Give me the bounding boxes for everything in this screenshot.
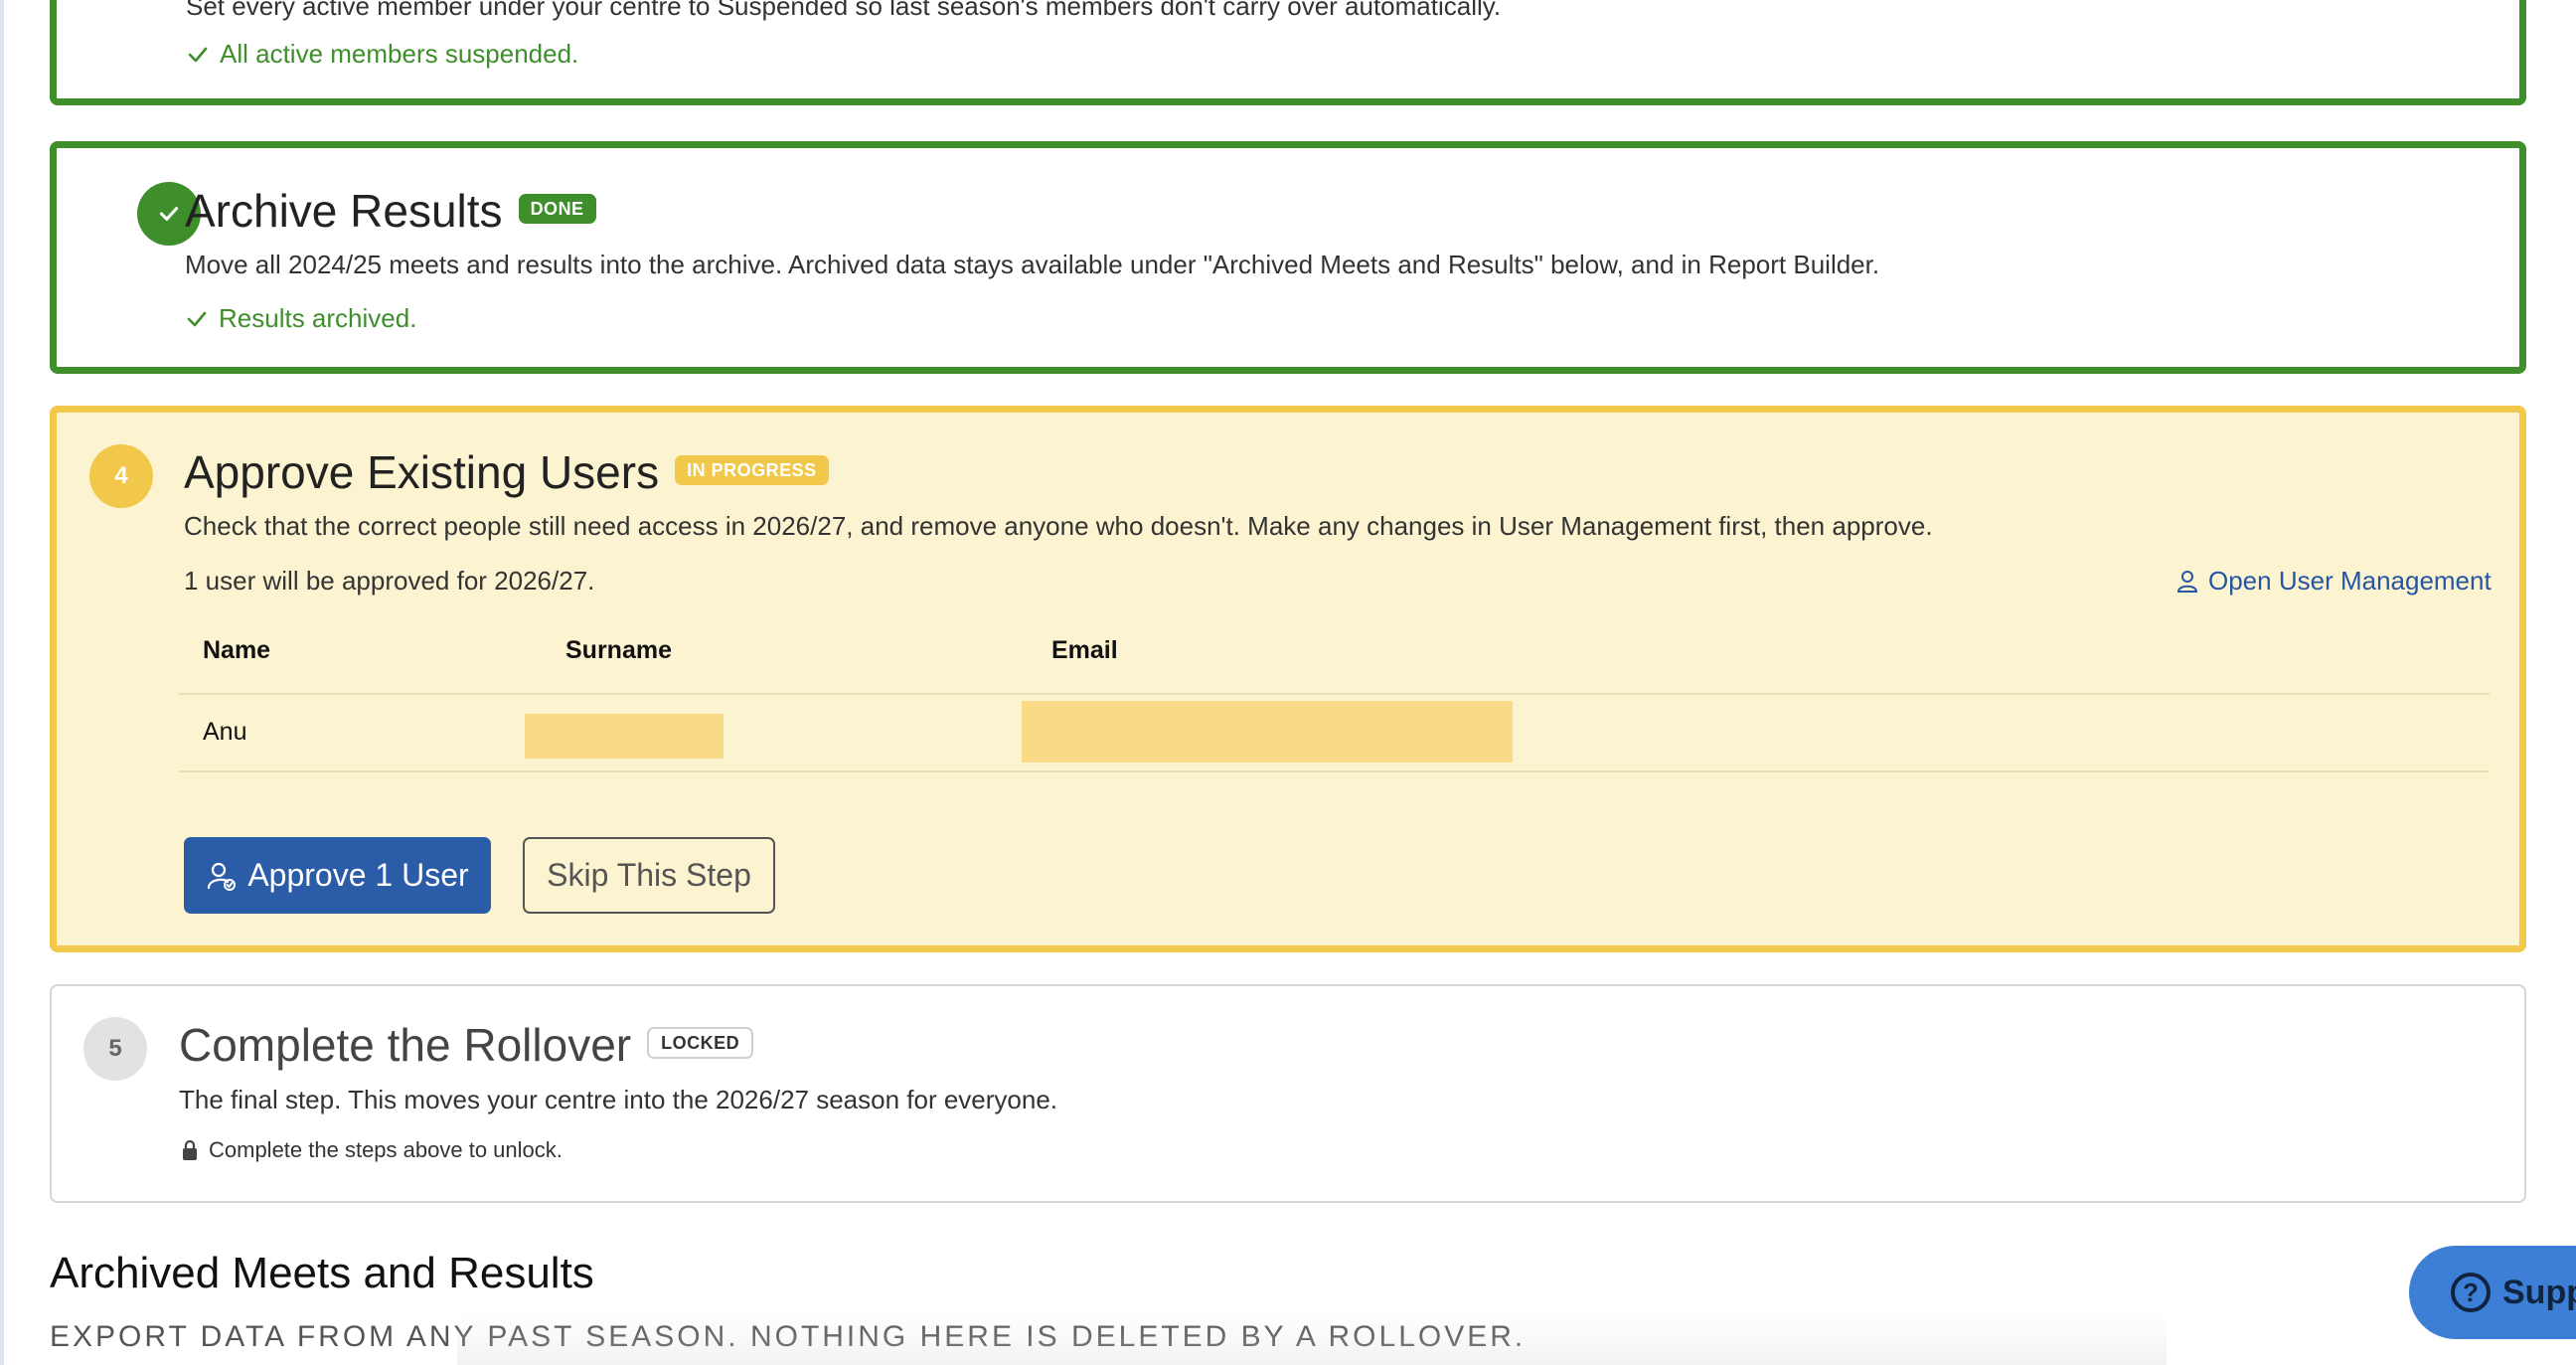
archived-section-subtitle: Export data from any past season. Nothin… — [50, 1320, 1527, 1353]
status-badge: LOCKED — [647, 1026, 754, 1059]
table-cell-surname-redacted — [525, 714, 724, 759]
step-suspend-members-card: Set every active member under your centr… — [50, 0, 2526, 105]
step-suspend-status: All active members suspended. — [186, 39, 578, 70]
status-badge: DONE — [518, 193, 596, 224]
step-complete-description: The final step. This moves your centre i… — [179, 1085, 1058, 1114]
open-user-management-text: Open User Management — [2208, 566, 2492, 596]
step-archive-title-text: Archive Results — [185, 185, 503, 237]
approve-users-label: Approve 1 User — [247, 857, 469, 893]
step-approve-description: Check that the correct people still need… — [184, 511, 1933, 541]
table-cell-name: Anu — [203, 718, 247, 746]
check-icon — [188, 47, 208, 62]
table-header-surname: Surname — [565, 636, 672, 664]
approve-users-button[interactable]: Approve 1 User — [184, 837, 491, 914]
step-archive-results-card: Archive Results DONE Move all 2024/25 mee… — [50, 141, 2526, 374]
step-complete-title: Complete the Rollover LOCKED — [179, 1019, 754, 1071]
step-archive-description: Move all 2024/25 meets and results into … — [185, 250, 1880, 279]
table-header-divider — [179, 693, 2490, 695]
user-icon — [2176, 570, 2198, 593]
step-archive-status: Results archived. — [185, 303, 416, 334]
archived-section-title: Archived Meets and Results — [50, 1249, 594, 1297]
left-edge-rule — [0, 0, 4, 1365]
user-check-icon — [208, 862, 237, 891]
table-row-divider — [179, 770, 2490, 772]
help-icon: ? — [2451, 1273, 2491, 1312]
step-number-circle: 4 — [89, 444, 153, 508]
lock-note-text: Complete the steps above to unlock. — [209, 1137, 563, 1162]
open-user-management-link[interactable]: Open User Management — [2176, 566, 2492, 597]
step-archive-title: Archive Results DONE — [185, 188, 596, 234]
support-button[interactable]: ? Supp — [2409, 1246, 2576, 1339]
step-number-circle: 5 — [83, 1017, 147, 1081]
skip-step-button[interactable]: Skip This Step — [523, 837, 775, 914]
step-suspend-status-text: All active members suspended. — [220, 39, 579, 69]
table-cell-email-redacted — [1022, 701, 1513, 763]
step-archive-status-text: Results archived. — [219, 303, 417, 333]
table-header-email: Email — [1051, 636, 1118, 664]
step-approve-title: Approve Existing Users IN PROGRESS — [184, 449, 829, 495]
table-header-name: Name — [203, 636, 271, 664]
step-complete-title-text: Complete the Rollover — [179, 1019, 632, 1071]
approval-summary: 1 user will be approved for 2026/27. — [184, 566, 595, 596]
check-icon — [159, 207, 179, 221]
step-approve-title-text: Approve Existing Users — [184, 446, 660, 498]
check-icon — [187, 311, 207, 326]
lock-icon — [183, 1139, 197, 1160]
step-complete-lock-note: Complete the steps above to unlock. — [181, 1137, 563, 1163]
step-suspend-description: Set every active member under your centr… — [186, 0, 1502, 21]
support-label: Supp — [2502, 1273, 2576, 1311]
status-badge: IN PROGRESS — [675, 454, 829, 485]
